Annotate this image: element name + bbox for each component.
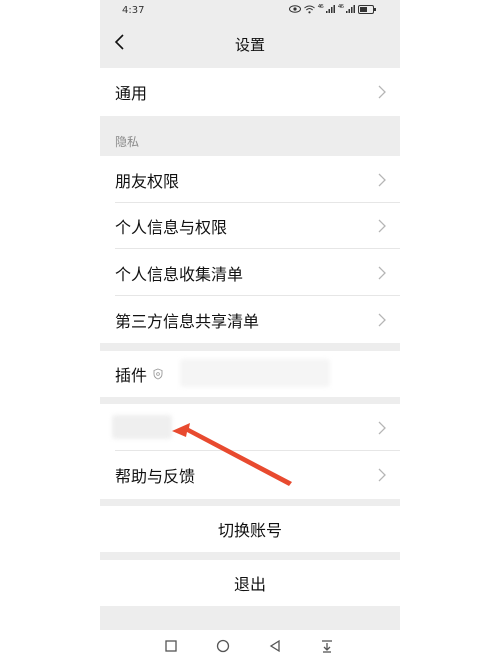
chevron-right-icon: [378, 173, 386, 186]
phone-screen: 4:37 ⁴⁶ ⁴⁶ 设置 通用 隐私 朋友权限 个人信息与权限 个人信息收集清…: [100, 0, 400, 660]
chevron-right-icon: [378, 468, 386, 482]
chevron-right-icon: [378, 266, 386, 279]
status-icons: ⁴⁶ ⁴⁶: [288, 4, 376, 14]
row-label: 朋友权限: [115, 171, 180, 191]
recent-apps-icon[interactable]: [163, 638, 179, 654]
annotation-arrow-icon: [172, 423, 292, 486]
notification-icon[interactable]: [319, 638, 335, 654]
page-title: 设置: [234, 36, 265, 54]
status-bar: 4:37 ⁴⁶ ⁴⁶: [100, 0, 400, 22]
shield-icon: [153, 368, 163, 380]
settings-row-third-party-sharing[interactable]: 第三方信息共享清单: [100, 296, 400, 343]
logout-button[interactable]: 退出: [100, 560, 400, 606]
back-icon[interactable]: [267, 638, 283, 654]
row-label: 个人信息收集清单: [115, 264, 244, 284]
chevron-right-icon: [378, 219, 386, 233]
status-time: 4:37: [122, 5, 145, 16]
system-navigation-bar: [100, 630, 400, 660]
wifi-icon: [303, 5, 315, 13]
row-label: 插件: [115, 366, 148, 385]
blurred-area: [180, 359, 330, 387]
row-label: 通用: [115, 84, 148, 103]
settings-row-personal-info-collection[interactable]: 个人信息收集清单: [100, 249, 400, 296]
settings-row-friend-permissions[interactable]: 朋友权限: [100, 156, 400, 203]
settings-row-personal-info-permissions[interactable]: 个人信息与权限: [100, 203, 400, 249]
chevron-right-icon: [378, 313, 386, 326]
signal-label-1: ⁴⁶: [317, 4, 324, 14]
chevron-right-icon: [378, 421, 386, 434]
chevron-right-icon: [378, 85, 386, 99]
settings-row-plugins[interactable]: 插件: [100, 351, 400, 397]
settings-row-general[interactable]: 通用: [100, 68, 400, 116]
blurred-label: [112, 415, 172, 439]
row-label: 第三方信息共享清单: [115, 311, 260, 331]
signal-icon: [346, 5, 355, 13]
switch-account-button[interactable]: 切换账号: [100, 506, 400, 552]
signal-icon: [325, 5, 335, 13]
battery-icon: [358, 4, 376, 14]
top-navigation-bar: 设置: [100, 22, 400, 64]
signal-label-2: ⁴⁶: [337, 4, 344, 14]
section-label-privacy: 隐私: [115, 135, 140, 149]
eye-icon: [288, 5, 301, 13]
home-icon[interactable]: [215, 638, 231, 654]
row-label: 个人信息与权限: [115, 218, 228, 237]
